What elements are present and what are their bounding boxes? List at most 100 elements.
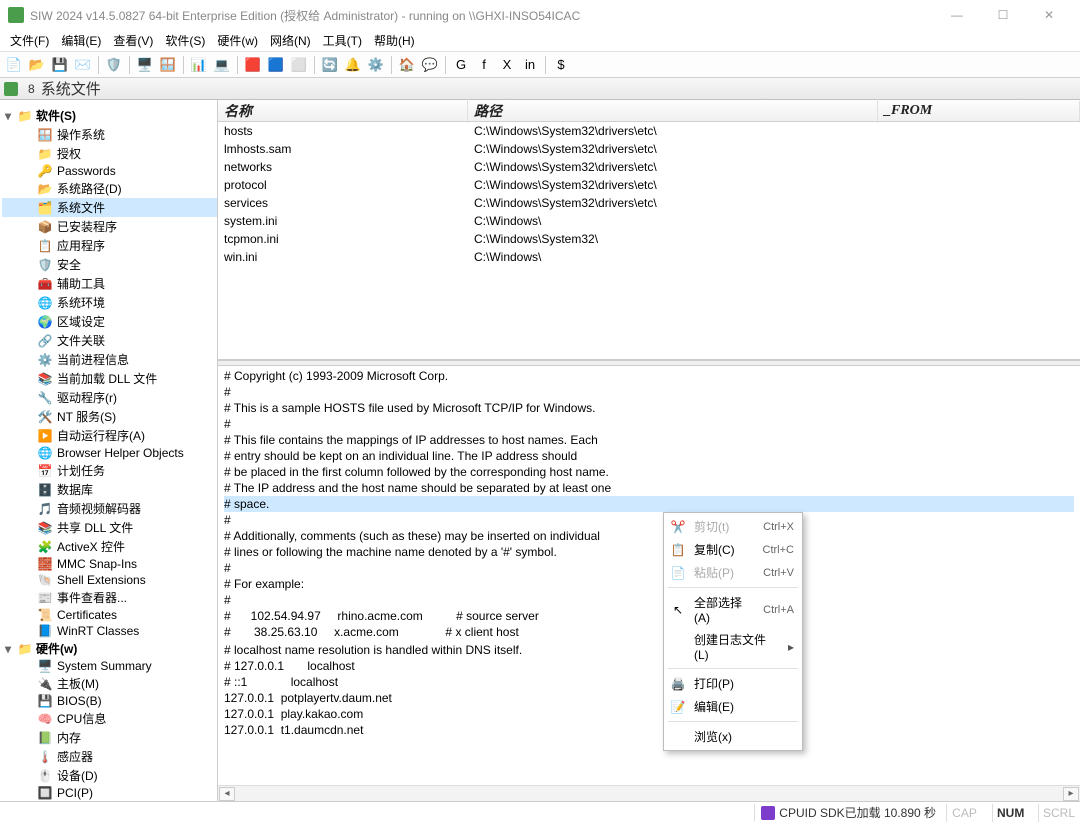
toolbar-button-25[interactable]: f bbox=[474, 55, 494, 75]
table-row[interactable]: hostsC:\Windows\System32\drivers\etc\ bbox=[218, 122, 1080, 140]
tree-item-software-7[interactable]: 🛡️安全 bbox=[2, 255, 217, 274]
toolbar-button-7[interactable]: 🖥️ bbox=[135, 55, 155, 75]
tree-item-software-10[interactable]: 🌍区域设定 bbox=[2, 312, 217, 331]
toolbar-button-14[interactable]: 🟦 bbox=[266, 55, 286, 75]
table-row[interactable]: tcpmon.iniC:\Windows\System32\ bbox=[218, 230, 1080, 248]
scroll-left-button[interactable]: ◂ bbox=[219, 787, 235, 801]
tree-item-hardware-7[interactable]: 🔲PCI(P) bbox=[2, 785, 217, 801]
detail-line[interactable]: 127.0.0.1 potplayertv.daum.net bbox=[224, 690, 1074, 706]
toolbar-button-19[interactable]: ⚙️ bbox=[366, 55, 386, 75]
detail-line[interactable]: # bbox=[224, 384, 1074, 400]
toolbar-button-5[interactable]: 🛡️ bbox=[104, 55, 124, 75]
tree-item-software-24[interactable]: 🐚Shell Extensions bbox=[2, 572, 217, 588]
toolbar-button-27[interactable]: in bbox=[520, 55, 540, 75]
maximize-button[interactable]: ☐ bbox=[980, 0, 1026, 30]
tree-item-software-15[interactable]: 🛠️NT 服务(S) bbox=[2, 407, 217, 426]
tree-toggle-icon[interactable]: ▾ bbox=[2, 109, 14, 123]
detail-line[interactable]: 127.0.0.1 play.kakao.com bbox=[224, 706, 1074, 722]
toolbar-button-11[interactable]: 💻 bbox=[212, 55, 232, 75]
toolbar-button-8[interactable]: 🪟 bbox=[158, 55, 178, 75]
context-item-1[interactable]: 📋复制(C)Ctrl+C bbox=[666, 538, 800, 561]
context-item-5[interactable]: 创建日志文件(L)▸ bbox=[666, 628, 800, 665]
menu-item-5[interactable]: 网络(N) bbox=[264, 30, 317, 51]
close-button[interactable]: ✕ bbox=[1026, 0, 1072, 30]
tree-item-software-22[interactable]: 🧩ActiveX 控件 bbox=[2, 537, 217, 556]
tree-item-hardware-5[interactable]: 🌡️感应器 bbox=[2, 747, 217, 766]
scroll-right-button[interactable]: ▸ bbox=[1063, 787, 1079, 801]
toolbar-button-15[interactable]: ⬜ bbox=[289, 55, 309, 75]
menu-item-2[interactable]: 查看(V) bbox=[107, 30, 159, 51]
detail-line[interactable]: # The IP address and the host name shoul… bbox=[224, 480, 1074, 496]
detail-line[interactable]: # For example: bbox=[224, 576, 1074, 592]
detail-line[interactable]: # lines or following the machine name de… bbox=[224, 544, 1074, 560]
detail-line[interactable]: # bbox=[224, 592, 1074, 608]
detail-line[interactable]: # This is a sample HOSTS file used by Mi… bbox=[224, 400, 1074, 416]
tree-item-software-0[interactable]: 🪟操作系统 bbox=[2, 125, 217, 144]
tree-item-software-17[interactable]: 🌐Browser Helper Objects bbox=[2, 445, 217, 461]
menu-item-7[interactable]: 帮助(H) bbox=[368, 30, 421, 51]
tree-item-software-2[interactable]: 🔑Passwords bbox=[2, 163, 217, 179]
toolbar-button-29[interactable]: $ bbox=[551, 55, 571, 75]
tree-item-hardware-3[interactable]: 🧠CPU信息 bbox=[2, 709, 217, 728]
toolbar-button-21[interactable]: 🏠 bbox=[397, 55, 417, 75]
tree-item-software-19[interactable]: 🗄️数据库 bbox=[2, 480, 217, 499]
tree-item-software-6[interactable]: 📋应用程序 bbox=[2, 236, 217, 255]
detail-line[interactable]: # This file contains the mappings of IP … bbox=[224, 432, 1074, 448]
scroll-track[interactable] bbox=[236, 787, 1062, 801]
menu-item-3[interactable]: 软件(S) bbox=[159, 30, 211, 51]
tree-item-hardware-6[interactable]: 🖱️设备(D) bbox=[2, 766, 217, 785]
tree-item-software-25[interactable]: 📰事件查看器... bbox=[2, 588, 217, 607]
detail-line[interactable]: # bbox=[224, 416, 1074, 432]
tree-group-hardware[interactable]: ▾📁硬件(w) bbox=[2, 639, 217, 658]
table-body[interactable]: hostsC:\Windows\System32\drivers\etc\lmh… bbox=[218, 122, 1080, 359]
col-header-from[interactable]: _FROM bbox=[878, 101, 1080, 121]
table-row[interactable]: servicesC:\Windows\System32\drivers\etc\ bbox=[218, 194, 1080, 212]
detail-line[interactable]: # 102.54.94.97 rhino.acme.com # source s… bbox=[224, 608, 1074, 624]
menu-item-0[interactable]: 文件(F) bbox=[4, 30, 55, 51]
table-row[interactable]: system.iniC:\Windows\ bbox=[218, 212, 1080, 230]
col-header-path[interactable]: 路径 bbox=[468, 99, 878, 123]
tree-item-software-18[interactable]: 📅计划任务 bbox=[2, 461, 217, 480]
tree-item-software-23[interactable]: 🧱MMC Snap-Ins bbox=[2, 556, 217, 572]
table-row[interactable]: win.iniC:\Windows\ bbox=[218, 248, 1080, 266]
detail-line[interactable]: # Additionally, comments (such as these)… bbox=[224, 528, 1074, 544]
detail-line[interactable]: # 127.0.0.1 localhost bbox=[224, 658, 1074, 674]
nav-tree[interactable]: ▾📁软件(S)🪟操作系统📁授权🔑Passwords📂系统路径(D)🗂️系统文件📦… bbox=[0, 100, 218, 801]
h-scrollbar[interactable]: ◂ ▸ bbox=[218, 785, 1080, 801]
toolbar-button-3[interactable]: ✉️ bbox=[73, 55, 93, 75]
tree-toggle-icon[interactable]: ▾ bbox=[2, 642, 14, 656]
tree-item-software-16[interactable]: ▶️自动运行程序(A) bbox=[2, 426, 217, 445]
tree-item-software-4[interactable]: 🗂️系统文件 bbox=[2, 198, 217, 217]
context-item-7[interactable]: 🖨️打印(P) bbox=[666, 672, 800, 695]
tree-item-software-12[interactable]: ⚙️当前进程信息 bbox=[2, 350, 217, 369]
toolbar-button-13[interactable]: 🟥 bbox=[243, 55, 263, 75]
toolbar-button-22[interactable]: 💬 bbox=[420, 55, 440, 75]
tree-item-software-27[interactable]: 📘WinRT Classes bbox=[2, 623, 217, 639]
menu-item-1[interactable]: 编辑(E) bbox=[55, 30, 107, 51]
table-row[interactable]: networksC:\Windows\System32\drivers\etc\ bbox=[218, 158, 1080, 176]
tree-item-software-9[interactable]: 🌐系统环境 bbox=[2, 293, 217, 312]
tree-item-software-1[interactable]: 📁授权 bbox=[2, 144, 217, 163]
tree-item-hardware-0[interactable]: 🖥️System Summary bbox=[2, 658, 217, 674]
table-row[interactable]: protocolC:\Windows\System32\drivers\etc\ bbox=[218, 176, 1080, 194]
tree-item-hardware-2[interactable]: 💾BIOS(B) bbox=[2, 693, 217, 709]
tree-item-software-14[interactable]: 🔧驱动程序(r) bbox=[2, 388, 217, 407]
tree-item-software-3[interactable]: 📂系统路径(D) bbox=[2, 179, 217, 198]
toolbar-button-1[interactable]: 📂 bbox=[27, 55, 47, 75]
toolbar-button-24[interactable]: G bbox=[451, 55, 471, 75]
file-content-view[interactable]: # Copyright (c) 1993-2009 Microsoft Corp… bbox=[218, 366, 1080, 785]
detail-line[interactable]: # entry should be kept on an individual … bbox=[224, 448, 1074, 464]
toolbar-button-2[interactable]: 💾 bbox=[50, 55, 70, 75]
menu-item-4[interactable]: 硬件(w) bbox=[211, 30, 264, 51]
tree-item-hardware-4[interactable]: 📗内存 bbox=[2, 728, 217, 747]
tree-item-software-8[interactable]: 🧰辅助工具 bbox=[2, 274, 217, 293]
detail-line[interactable]: # bbox=[224, 512, 1074, 528]
detail-line[interactable]: # bbox=[224, 560, 1074, 576]
table-row[interactable]: lmhosts.samC:\Windows\System32\drivers\e… bbox=[218, 140, 1080, 158]
detail-line[interactable]: 127.0.0.1 t1.daumcdn.net bbox=[224, 722, 1074, 738]
detail-line[interactable]: # 38.25.63.10 x.acme.com # x client host bbox=[224, 624, 1074, 640]
toolbar-button-26[interactable]: X bbox=[497, 55, 517, 75]
detail-line[interactable]: # localhost name resolution is handled w… bbox=[224, 642, 1074, 658]
context-item-10[interactable]: 浏览(x) bbox=[666, 725, 800, 748]
context-item-4[interactable]: ↖全部选择(A)Ctrl+A bbox=[666, 591, 800, 628]
